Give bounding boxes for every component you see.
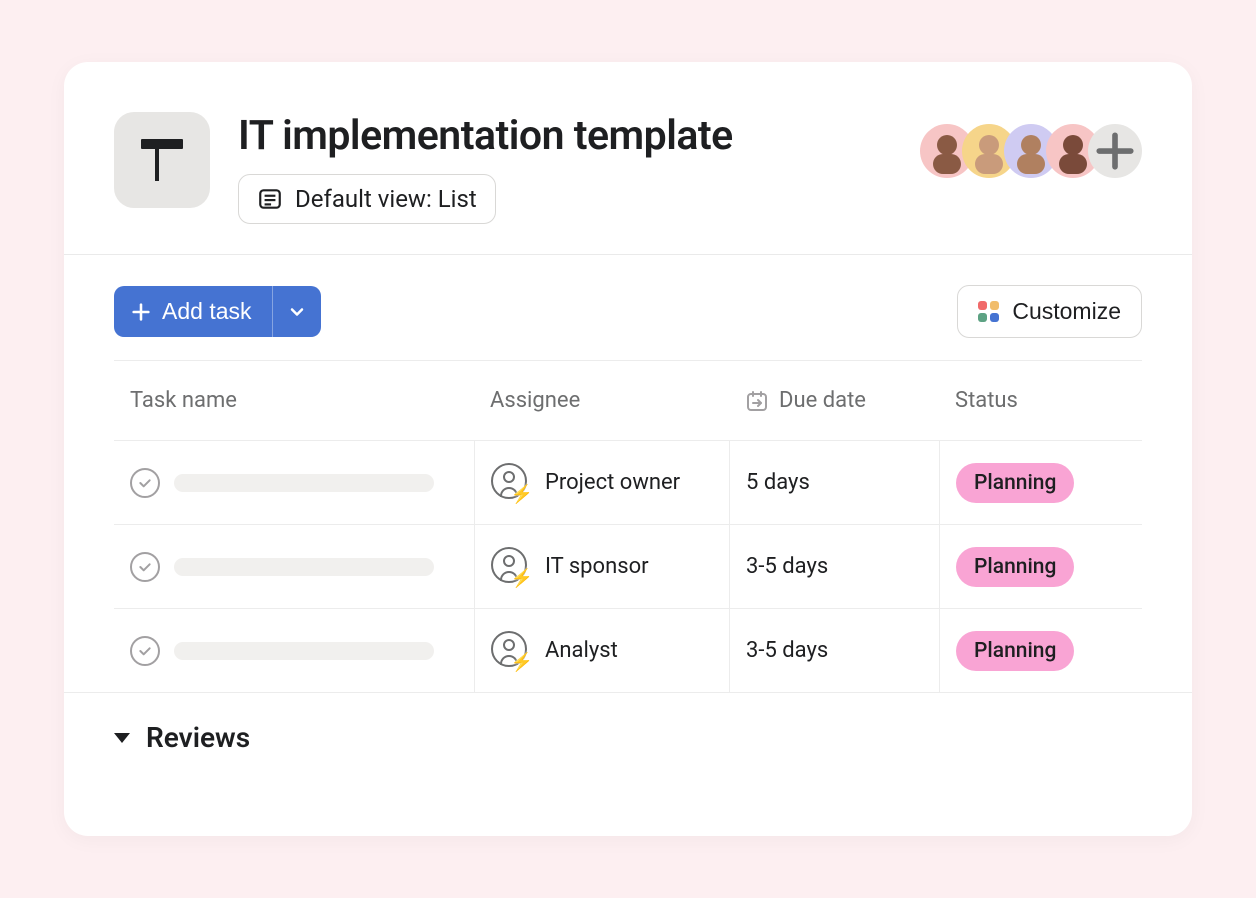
task-name-cell[interactable] xyxy=(114,441,474,524)
page-title: IT implementation template xyxy=(238,112,920,160)
task-table: Task name Assignee Due date Status xyxy=(64,360,1192,692)
add-task-button[interactable]: Add task xyxy=(114,286,272,337)
add-task-group: Add task xyxy=(114,286,321,337)
members xyxy=(920,124,1142,178)
assignee-label: IT sponsor xyxy=(545,554,649,579)
due-date-cell[interactable]: 5 days xyxy=(729,441,939,524)
table-row[interactable]: ⚡ Analyst 3-5 days Planning xyxy=(114,608,1142,692)
task-name-cell[interactable] xyxy=(114,609,474,692)
status-cell[interactable]: Planning xyxy=(939,441,1142,524)
assignee-role-icon: ⚡ xyxy=(491,631,531,671)
view-label: Default view: List xyxy=(295,185,477,213)
assignee-cell[interactable]: ⚡ IT sponsor xyxy=(474,525,729,608)
section-header[interactable]: Reviews xyxy=(64,692,1192,764)
col-due-date[interactable]: Due date xyxy=(729,361,939,440)
status-badge: Planning xyxy=(956,463,1074,503)
assignee-cell[interactable]: ⚡ Analyst xyxy=(474,609,729,692)
due-date-cell[interactable]: 3-5 days xyxy=(729,609,939,692)
task-name-cell[interactable] xyxy=(114,525,474,608)
task-title-placeholder xyxy=(174,474,434,492)
due-date-value: 3-5 days xyxy=(746,554,828,579)
check-icon xyxy=(137,559,153,575)
table-header-row: Task name Assignee Due date Status xyxy=(114,360,1142,440)
calendar-arrow-icon xyxy=(745,389,769,413)
col-status[interactable]: Status xyxy=(939,361,1142,440)
due-date-value: 5 days xyxy=(746,470,810,495)
customize-button[interactable]: Customize xyxy=(957,285,1142,338)
customize-icon xyxy=(978,301,1000,323)
complete-toggle[interactable] xyxy=(130,552,160,582)
status-badge: Planning xyxy=(956,631,1074,671)
toolbar: Add task Customize xyxy=(64,255,1192,360)
assignee-label: Analyst xyxy=(545,638,618,663)
add-member-button[interactable] xyxy=(1088,124,1142,178)
section-title: Reviews xyxy=(146,721,250,754)
due-date-value: 3-5 days xyxy=(746,638,828,663)
table-row[interactable]: ⚡ Project owner 5 days Planning xyxy=(114,440,1142,524)
chevron-down-icon xyxy=(287,302,307,322)
status-cell[interactable]: Planning xyxy=(939,609,1142,692)
template-icon xyxy=(114,112,210,208)
complete-toggle[interactable] xyxy=(130,468,160,498)
add-task-dropdown[interactable] xyxy=(272,286,321,337)
plus-icon xyxy=(1088,124,1142,178)
col-due-date-label: Due date xyxy=(779,388,866,413)
complete-toggle[interactable] xyxy=(130,636,160,666)
status-cell[interactable]: Planning xyxy=(939,525,1142,608)
assignee-label: Project owner xyxy=(545,470,680,495)
task-title-placeholder xyxy=(174,558,434,576)
assignee-role-icon: ⚡ xyxy=(491,463,531,503)
col-task-name[interactable]: Task name xyxy=(114,361,474,440)
plus-icon xyxy=(130,301,152,323)
assignee-role-icon: ⚡ xyxy=(491,547,531,587)
status-badge: Planning xyxy=(956,547,1074,587)
col-assignee[interactable]: Assignee xyxy=(474,361,729,440)
due-date-cell[interactable]: 3-5 days xyxy=(729,525,939,608)
caret-down-icon xyxy=(114,733,130,743)
check-icon xyxy=(137,475,153,491)
check-icon xyxy=(137,643,153,659)
assignee-cell[interactable]: ⚡ Project owner xyxy=(474,441,729,524)
default-view-chip[interactable]: Default view: List xyxy=(238,174,496,224)
header: IT implementation template Default view:… xyxy=(64,62,1192,255)
customize-label: Customize xyxy=(1012,298,1121,325)
table-row[interactable]: ⚡ IT sponsor 3-5 days Planning xyxy=(114,524,1142,608)
add-task-label: Add task xyxy=(162,298,252,325)
task-title-placeholder xyxy=(174,642,434,660)
app-card: IT implementation template Default view:… xyxy=(64,62,1192,836)
header-main: IT implementation template Default view:… xyxy=(238,112,920,224)
list-icon xyxy=(257,186,283,212)
